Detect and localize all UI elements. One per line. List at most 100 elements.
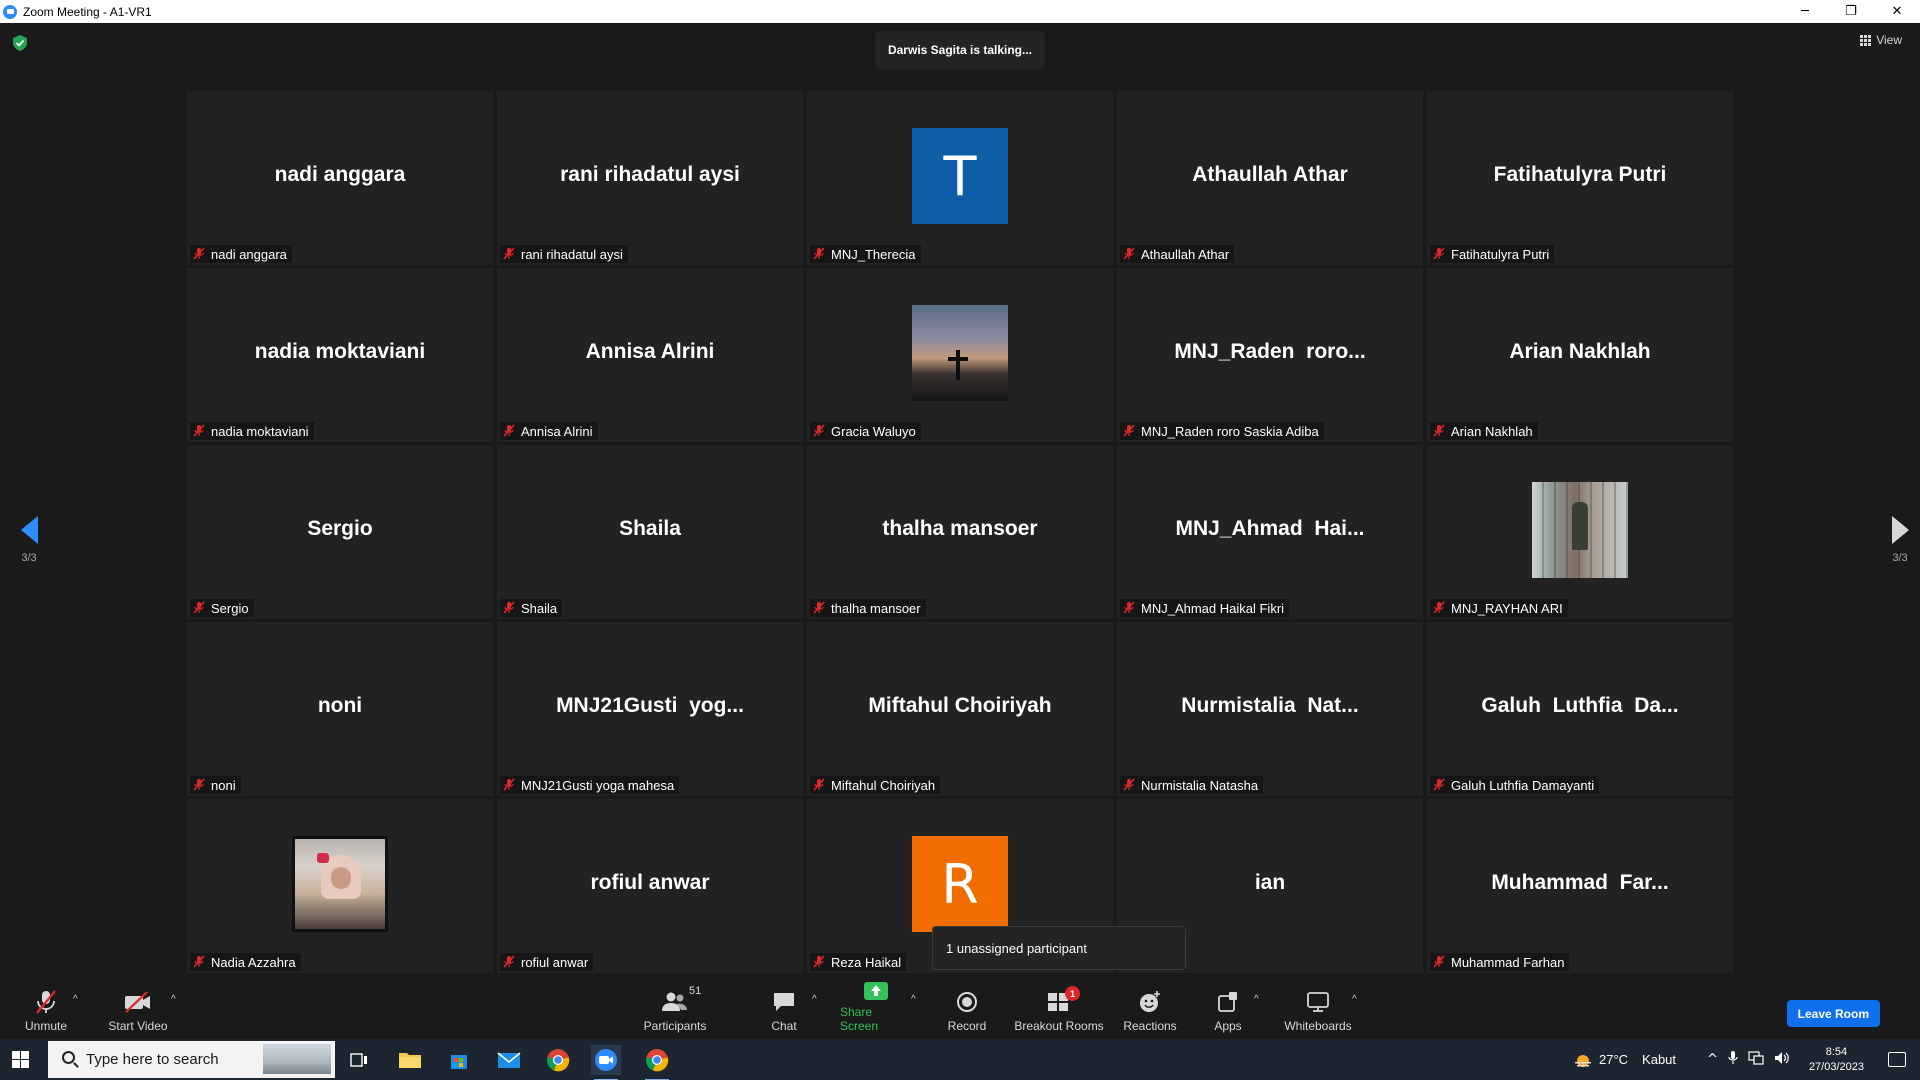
- share-screen-button[interactable]: Share Screen: [840, 980, 912, 1039]
- minimize-button[interactable]: ─: [1782, 0, 1828, 23]
- mic-muted-icon: [192, 955, 206, 969]
- mic-muted-icon: [34, 989, 58, 1015]
- volume-icon[interactable]: [1774, 1051, 1790, 1069]
- search-highlight-image: [263, 1044, 331, 1074]
- mic-muted-icon: [1122, 778, 1136, 792]
- participant-tile[interactable]: Sergio Sergio: [187, 445, 493, 619]
- participants-button[interactable]: 51 Participants: [640, 980, 710, 1039]
- chrome-profile-icon[interactable]: [642, 1045, 672, 1080]
- apps-options-caret[interactable]: ^: [1254, 994, 1259, 1005]
- participant-tile[interactable]: Muhammad Far... Muhammad Farhan: [1427, 799, 1733, 973]
- weather-widget[interactable]: 27°C Kabut: [1573, 1052, 1676, 1067]
- participant-name-label: MNJ_RAYHAN ARI: [1430, 599, 1568, 617]
- apps-label: Apps: [1214, 1019, 1242, 1033]
- task-view-icon[interactable]: [344, 1045, 374, 1075]
- active-speaker-indicator: Darwis Sagita is talking...: [875, 31, 1045, 69]
- participant-tile[interactable]: Arian Nakhlah Arian Nakhlah: [1427, 268, 1733, 442]
- apps-button[interactable]: Apps: [1211, 980, 1245, 1039]
- mail-icon[interactable]: [494, 1045, 524, 1075]
- close-button[interactable]: ✕: [1874, 0, 1920, 23]
- participant-name: Fatihatulyra Putri: [1451, 246, 1550, 262]
- participant-tile[interactable]: Miftahul Choiriyah Miftahul Choiriyah: [807, 622, 1113, 796]
- participant-display-name: Fatihatulyra Putri: [1493, 163, 1667, 186]
- participant-tile[interactable]: T MNJ_Therecia: [807, 91, 1113, 265]
- mic-muted-icon: [1122, 424, 1136, 438]
- start-video-button[interactable]: Start Video: [106, 980, 170, 1039]
- mic-muted-icon: [812, 601, 826, 615]
- participant-tile[interactable]: Fatihatulyra Putri Fatihatulyra Putri: [1427, 91, 1733, 265]
- participant-tile[interactable]: MNJ_RAYHAN ARI: [1427, 445, 1733, 619]
- participant-display-name: Arian Nakhlah: [1509, 340, 1651, 363]
- participants-icon: 51: [661, 985, 701, 1015]
- whiteboards-button[interactable]: Whiteboards: [1282, 980, 1354, 1039]
- breakout-rooms-button[interactable]: 1 Breakout Rooms: [1014, 980, 1104, 1039]
- whiteboard-icon: [1306, 989, 1330, 1015]
- taskbar-clock[interactable]: 8:54 27/03/2023: [1809, 1045, 1864, 1075]
- mic-muted-icon: [1432, 247, 1446, 261]
- participant-name: Shaila: [521, 600, 558, 616]
- chat-options-caret[interactable]: ^: [812, 994, 817, 1005]
- meeting-area: Darwis Sagita is talking... View 3/3 3/3…: [0, 23, 1920, 980]
- notification-center-icon[interactable]: [1888, 1052, 1906, 1067]
- participant-avatar: [912, 305, 1008, 401]
- participant-display-name: thalha mansoer: [882, 517, 1038, 540]
- unmute-button[interactable]: Unmute: [20, 980, 72, 1039]
- participant-tile[interactable]: Shaila Shaila: [497, 445, 803, 619]
- security-shield-icon[interactable]: [13, 35, 27, 51]
- participant-display-name: Muhammad Far...: [1491, 871, 1669, 894]
- participant-display-name: ian: [1254, 871, 1286, 894]
- view-button[interactable]: View: [1860, 33, 1902, 47]
- participant-tile[interactable]: Nadia Azzahra: [187, 799, 493, 973]
- participant-tile[interactable]: Nurmistalia Nat... Nurmistalia Natasha: [1117, 622, 1423, 796]
- whiteboards-options-caret[interactable]: ^: [1352, 994, 1357, 1005]
- share-options-caret[interactable]: ^: [911, 994, 916, 1005]
- reactions-button[interactable]: Reactions: [1120, 980, 1180, 1039]
- taskbar-search-box[interactable]: Type here to search: [48, 1041, 335, 1078]
- search-placeholder: Type here to search: [86, 1051, 219, 1068]
- chat-button[interactable]: Chat: [766, 980, 802, 1039]
- participant-tile[interactable]: MNJ_Raden roro... MNJ_Raden roro Saskia A…: [1117, 268, 1423, 442]
- microphone-icon[interactable]: [1728, 1050, 1738, 1069]
- participant-display-name: rofiul anwar: [590, 871, 710, 894]
- emoji-smile-icon: [1138, 989, 1162, 1015]
- participant-tile[interactable]: MNJ21Gusti yog... MNJ21Gusti yoga mahesa: [497, 622, 803, 796]
- participant-tile[interactable]: nadi anggara nadi anggara: [187, 91, 493, 265]
- participant-tile[interactable]: nadia moktaviani nadia moktaviani: [187, 268, 493, 442]
- network-icon[interactable]: [1748, 1050, 1764, 1069]
- participant-name: rani rihadatul aysi: [521, 246, 623, 262]
- participant-tile[interactable]: Gracia Waluyo: [807, 268, 1113, 442]
- participant-name-label: MNJ21Gusti yoga mahesa: [500, 776, 680, 794]
- restore-button[interactable]: ❐: [1828, 0, 1874, 23]
- participant-tile[interactable]: noni noni: [187, 622, 493, 796]
- zoom-logo-icon: [3, 4, 17, 19]
- audio-options-caret[interactable]: ^: [73, 994, 78, 1005]
- participant-name: Nurmistalia Natasha: [1141, 777, 1259, 793]
- record-button[interactable]: Record: [944, 980, 990, 1039]
- participant-tile[interactable]: MNJ_Ahmad Hai... MNJ_Ahmad Haikal Fikri: [1117, 445, 1423, 619]
- microsoft-store-icon[interactable]: [444, 1045, 474, 1075]
- chevron-up-icon[interactable]: ^: [1707, 1052, 1718, 1067]
- participant-tile[interactable]: Annisa Alrini Annisa Alrini: [497, 268, 803, 442]
- participant-tile[interactable]: rani rihadatul aysi rani rihadatul aysi: [497, 91, 803, 265]
- previous-page-button[interactable]: 3/3: [9, 516, 49, 564]
- video-options-caret[interactable]: ^: [171, 994, 176, 1005]
- record-icon: [956, 989, 978, 1015]
- zoom-taskbar-icon[interactable]: [591, 1045, 621, 1080]
- participant-display-name: Annisa Alrini: [585, 340, 715, 363]
- leave-room-button[interactable]: Leave Room: [1786, 1000, 1880, 1027]
- mic-muted-icon: [502, 424, 516, 438]
- unassigned-participant-popover[interactable]: 1 unassigned participant: [932, 926, 1186, 970]
- participant-display-name: Nurmistalia Nat...: [1181, 694, 1359, 717]
- mic-muted-icon: [502, 778, 516, 792]
- next-page-button[interactable]: 3/3: [1880, 516, 1920, 564]
- mic-muted-icon: [192, 247, 206, 261]
- participant-tile[interactable]: rofiul anwar rofiul anwar: [497, 799, 803, 973]
- windows-start-icon[interactable]: [12, 1051, 29, 1068]
- file-explorer-icon[interactable]: [395, 1045, 425, 1075]
- participant-tile[interactable]: Galuh Luthfia Da... Galuh Luthfia Damayan…: [1427, 622, 1733, 796]
- window-title: Zoom Meeting - A1-VR1: [23, 4, 152, 19]
- chrome-icon[interactable]: [543, 1045, 573, 1075]
- participant-name-label: nadi anggara: [190, 245, 292, 263]
- participant-tile[interactable]: thalha mansoer thalha mansoer: [807, 445, 1113, 619]
- participant-tile[interactable]: Athaullah Athar Athaullah Athar: [1117, 91, 1423, 265]
